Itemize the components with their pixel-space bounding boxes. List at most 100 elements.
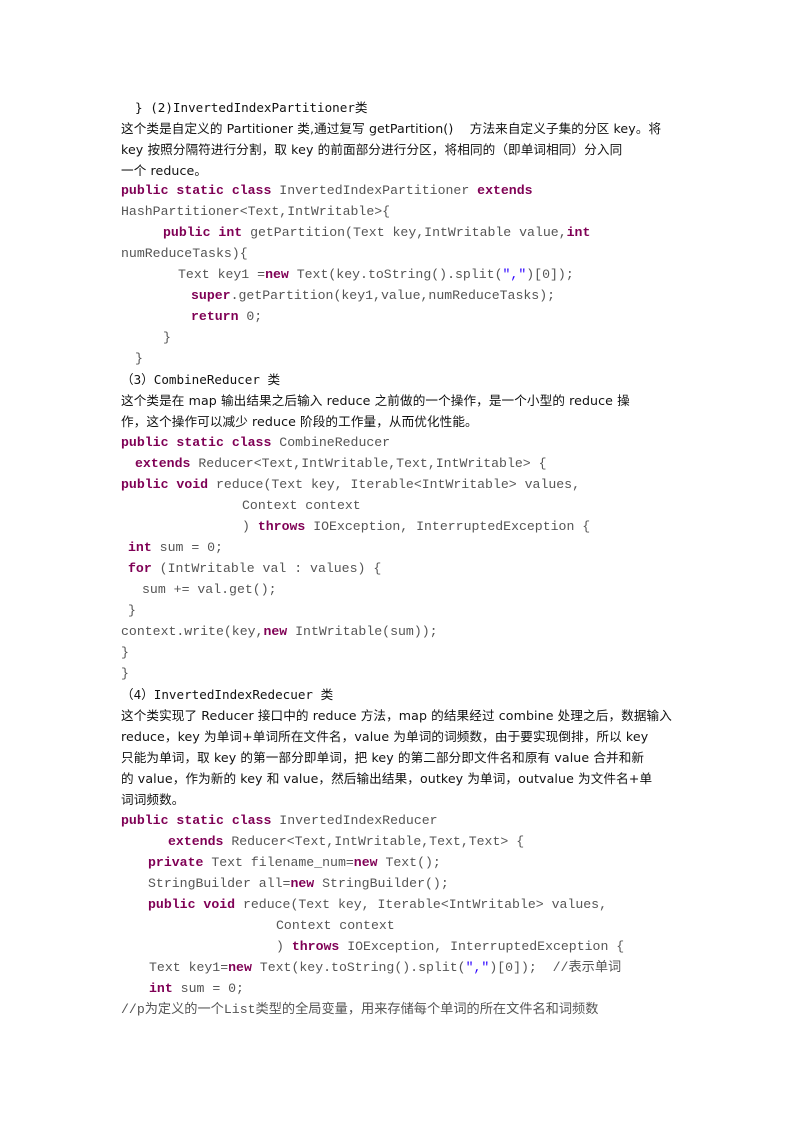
code-line: public static class InvertedIndexReducer [121,811,438,831]
code-line: } [163,330,171,345]
code-line: } [135,351,143,366]
code-text: InvertedIndexReducer [271,813,438,828]
keyword: static [176,435,224,450]
keyword: return [191,309,239,324]
keyword: extends [168,834,224,849]
string-literal: "," [465,960,490,975]
section-3-heading: （3）CombineReducer 类 [121,370,280,390]
code-text: getPartition(Text key,IntWritable value, [242,225,567,240]
code-line: public void reduce(Text key, Iterable<In… [121,475,580,495]
code-line: for (IntWritable val : values) { [128,559,381,579]
code-text: Reducer<Text,IntWritable,Text,Text> { [223,834,525,849]
section-4-desc-line-3: 只能为单词，取 key 的第一部分即单词，把 key 的第二部分即文件名和原有 … [121,750,645,765]
code-text: )[0]); [526,267,574,282]
code-text: StringBuilder(); [314,876,449,891]
code-text: 0; [238,309,263,324]
keyword: extends [135,456,191,471]
code-text: Reducer<Text,IntWritable,Text,IntWritabl… [190,456,547,471]
section-2-heading: } (2)InvertedIndexPartitioner类 [135,98,368,118]
keyword: throws [257,519,306,534]
section-3-suffix: 类 [267,372,281,387]
code-line: int sum = 0; [128,538,223,558]
code-text: reduce(Text key, Iterable<IntWritable> v… [208,477,581,492]
code-comment: //p为定义的一个List类型的全局变量，用来存储每个单词的所在文件名和词频数 [121,1002,599,1017]
code-line: ) throws IOException, InterruptedExcepti… [276,937,624,957]
section-4-desc-line-1: 这个类实现了 Reducer 接口中的 reduce 方法，map 的结果经过 … [121,708,672,723]
section-4-title: （4）InvertedIndexRedecuer [121,687,313,702]
string-literal: "," [502,267,527,282]
code-line: public static class CombineReducer [121,433,390,453]
code-text: IntWritable(sum)); [287,624,438,639]
code-text: Text key1 = [178,267,266,282]
keyword: void [203,897,236,912]
keyword: void [176,477,209,492]
code-line: extends Reducer<Text,IntWritable,Text,In… [135,454,547,474]
section-4-desc-line-2: reduce，key 为单词+单词所在文件名，value 为单词的词频数，由于要… [121,729,649,744]
code-line: } [121,666,129,681]
code-text: ) [276,939,292,954]
code-text: CombineReducer [271,435,391,450]
keyword: class [231,813,272,828]
section-2-desc-line-1: 这个类是自定义的 Partitioner 类,通过复写 getPartition… [121,121,662,136]
keyword: int [566,225,591,240]
code-text: Text(key.toString().split( [288,267,503,282]
code-line: ) throws IOException, InterruptedExcepti… [242,517,590,537]
code-line: } [128,603,136,618]
code-line: private Text filename_num=new Text(); [148,853,441,873]
keyword: for [128,561,152,576]
code-line: sum += val.get(); [142,582,277,597]
keyword: new [228,960,252,975]
section-2-title: (2)InvertedIndexPartitioner [150,100,355,115]
code-line: numReduceTasks){ [121,246,248,261]
keyword: public [121,435,169,450]
code-text: InvertedIndexPartitioner [271,183,478,198]
keyword: class [231,435,272,450]
keyword: new [353,855,378,870]
section-4-heading: （4）InvertedIndexRedecuer 类 [121,685,333,705]
keyword: public [121,477,169,492]
keyword: new [290,876,315,891]
code-text: StringBuilder all= [148,876,291,891]
code-line: public static class InvertedIndexPartiti… [121,181,533,201]
code-line: public int getPartition(Text key,IntWrit… [163,223,590,243]
keyword: int [128,540,152,555]
keyword: int [149,981,173,996]
keyword: static [176,813,224,828]
keyword: public [148,897,196,912]
section-4-suffix: 类 [320,687,334,702]
code-line: context.write(key,new IntWritable(sum)); [121,622,438,642]
section-3-desc-line-1: 这个类是在 map 输出结果之后输入 reduce 之前做的一个操作，是一个小型… [121,393,630,408]
keyword: new [265,267,289,282]
section-4-desc-line-5: 词词频数。 [121,792,185,807]
code-line: Context context [242,498,361,513]
code-line: extends Reducer<Text,IntWritable,Text,Te… [168,832,524,852]
code-line: int sum = 0; [149,979,244,999]
keyword: new [263,624,288,639]
section-3-title: （3）CombineReducer [121,372,260,387]
code-line: super.getPartition(key1,value,numReduceT… [191,286,555,306]
closing-brace: } [135,100,143,115]
code-line: public void reduce(Text key, Iterable<In… [148,895,607,915]
code-text: context.write(key, [121,624,264,639]
code-text: reduce(Text key, Iterable<IntWritable> v… [235,897,608,912]
section-2-desc-line-2: key 按照分隔符进行分割，取 key 的前面部分进行分区，将相同的（即单词相同… [121,142,623,157]
code-line: StringBuilder all=new StringBuilder(); [148,874,449,894]
section-4-desc-line-4: 的 value，作为新的 key 和 value，然后输出结果，outkey 为… [121,771,653,786]
code-text: Text(); [377,855,441,870]
code-text: Text key1= [149,960,229,975]
code-text: IOException, InterruptedException { [305,519,591,534]
code-text: Text(key.toString().split( [251,960,466,975]
code-line: } [121,645,129,660]
code-line: Text key1 =new Text(key.toString().split… [178,265,574,285]
section-2-suffix: 类 [354,100,368,115]
code-text: sum = 0; [172,981,244,996]
keyword: public [163,225,211,240]
section-3-desc-line-2: 作，这个操作可以减少 reduce 阶段的工作量，从而优化性能。 [121,414,478,429]
keyword: class [231,183,272,198]
keyword: public [121,813,169,828]
code-text: IOException, InterruptedException { [339,939,625,954]
code-line: Context context [276,918,395,933]
code-text: .getPartition(key1,value,numReduceTasks)… [230,288,556,303]
code-line: HashPartitioner<Text,IntWritable>{ [121,204,391,219]
keyword: private [148,855,204,870]
